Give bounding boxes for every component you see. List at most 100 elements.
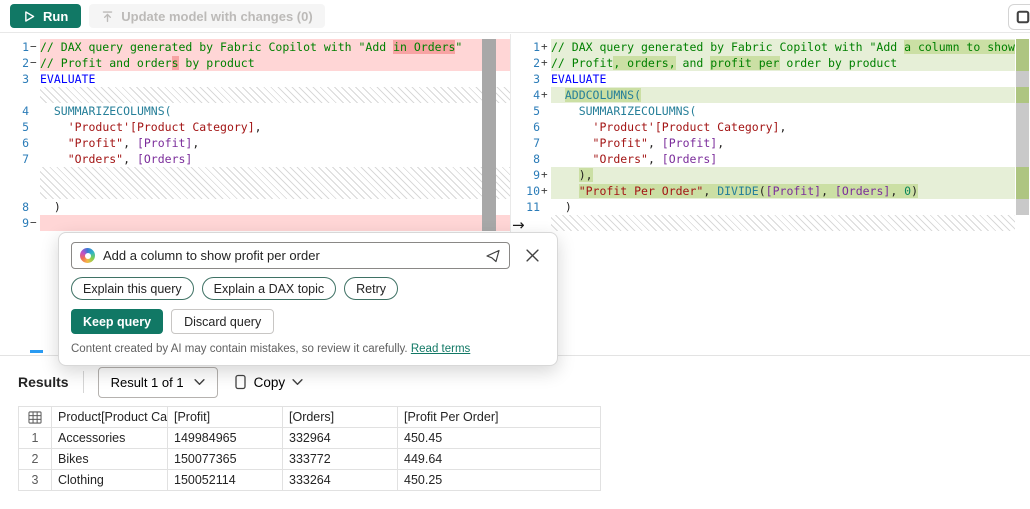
select-all-cell[interactable] [18,406,52,428]
code-line[interactable]: 10 + "Profit Per Order", DIVIDE([Profit],… [511,183,1015,199]
code-segment: ) [551,200,572,214]
code-line[interactable]: 1 +// DAX query generated by Fabric Copil… [511,39,1015,55]
code-segment: SUMMARIZECOLUMNS( [578,104,697,118]
code-segment: 'Product'[Product Category] [67,120,255,134]
run-button[interactable]: Run [10,4,82,28]
code-line[interactable]: 8 "Orders", [Orders] [511,151,1015,167]
code-line[interactable]: 8 ) [0,199,510,215]
ruler-mark [1016,183,1029,199]
code-segment: "Profit Per Order" [578,184,704,198]
line-number: 1 [22,40,29,54]
diff-pane-original[interactable]: 1−// DAX query generated by Fabric Copil… [0,39,510,231]
run-button-label: Run [43,8,69,24]
code-segment: "Profit" [592,136,648,150]
line-number: 6 [22,136,29,150]
close-icon [525,249,539,262]
line-number: 2 [22,56,29,70]
code-segment: ) [40,200,61,214]
disclaimer-text: Content created by AI may contain mistak… [71,343,408,355]
row-number-cell: 1 [18,427,52,449]
grid-icon [28,411,42,424]
result-selector-dropdown[interactable]: Result 1 of 1 [97,366,218,398]
discard-query-button[interactable]: Discard query [171,309,275,334]
row-number-cell: 2 [18,448,52,470]
code-line[interactable]: 6 "Profit", [Profit], [0,135,510,151]
code-line[interactable]: 7 "Profit", [Profit], [511,135,1015,151]
table-cell: 150052114 [167,469,283,491]
code-line[interactable]: 2−// Profit and orders by product [0,55,510,71]
code-line[interactable]: 7 "Orders", [Orders] [0,151,510,167]
column-header: [Orders] [282,406,398,428]
code-line[interactable]: 2 +// Profit, orders, and profit per orde… [511,55,1015,71]
code-line[interactable]: 4 SUMMARIZECOLUMNS( [0,103,510,119]
code-segment: , [779,120,787,134]
copy-button[interactable]: Copy [234,374,304,390]
diff-filler-line [0,87,510,103]
column-header: Product[Product Catego... [51,406,168,428]
code-segment: , [703,184,718,198]
table-cell: 150077365 [167,448,283,470]
code-segment: "Orders" [67,152,124,166]
line-number: 3 [533,72,540,86]
code-line[interactable]: 1−// DAX query generated by Fabric Copil… [0,39,510,55]
code-line[interactable]: 9− [0,215,510,231]
panel-icon [1016,10,1030,24]
update-model-button[interactable]: Update model with changes (0) [89,4,325,28]
result-selector-label: Result 1 of 1 [110,374,184,390]
code-line[interactable]: 4 + ADDCOLUMNS( [511,87,1015,103]
code-segment: ( [758,184,766,198]
line-number: 8 [533,152,540,166]
copy-button-label: Copy [253,374,286,390]
read-terms-link[interactable]: Read terms [411,343,470,355]
close-button[interactable] [519,243,545,269]
table-header-row: Product[Product Catego...[Profit][Orders… [18,406,601,428]
code-line[interactable]: 11 ) [511,199,1015,215]
table-cell: Accessories [51,427,168,449]
keep-query-button[interactable]: Keep query [71,309,164,334]
copilot-prompt-input[interactable] [103,248,477,263]
chevron-down-icon [292,378,303,386]
code-segment: , [647,152,662,166]
suggestion-explain-query[interactable]: Explain this query [71,277,194,300]
code-segment: EVALUATE [551,72,607,86]
suggestion-explain-dax-topic[interactable]: Explain a DAX topic [201,277,337,300]
diff-marker: + [541,40,548,53]
line-number: 4 [22,104,29,118]
ruler-mark [1016,55,1029,71]
code-line[interactable]: 5 'Product'[Product Category], [0,119,510,135]
line-number: 9 [533,168,540,182]
code-segment: order by product [779,56,898,70]
diff-pane-modified[interactable]: 1 +// DAX query generated by Fabric Copil… [511,39,1015,231]
code-line[interactable]: 5 SUMMARIZECOLUMNS( [511,103,1015,119]
diff-filler-line [0,167,510,199]
divider [82,371,84,393]
ruler-mark [1016,199,1029,215]
diff-marker: − [30,40,37,53]
ruler-mark [1016,103,1029,119]
code-line[interactable]: 3 EVALUATE [0,71,510,87]
code-line[interactable]: 3 EVALUATE [511,71,1015,87]
copilot-prompt-box[interactable] [71,242,510,269]
code-segment: [Profit] [661,136,718,150]
line-number: 10 [526,184,540,198]
code-segment: , orders, [613,56,676,70]
suggestion-retry[interactable]: Retry [344,277,399,300]
table-cell: 333772 [282,448,398,470]
table-cell: 149984965 [167,427,283,449]
table-cell: Bikes [51,448,168,470]
code-segment: "Orders" [592,152,648,166]
panel-button[interactable] [1008,4,1030,30]
code-segment: EVALUATE [40,72,96,86]
code-line[interactable]: 6 'Product'[Product Category], [511,119,1015,135]
ruler-mark [1016,119,1029,135]
table-row: 2 Bikes 150077365 333772 449.64 [18,448,601,470]
next-diff-arrow[interactable]: → [512,217,525,233]
code-segment: ), [578,168,593,182]
code-segment: ADDCOLUMNS( [564,88,642,102]
send-button[interactable] [485,248,501,264]
code-line[interactable]: 9 + ), [511,167,1015,183]
left-pane-scrollbar[interactable] [482,39,496,231]
line-number: 5 [22,120,29,134]
